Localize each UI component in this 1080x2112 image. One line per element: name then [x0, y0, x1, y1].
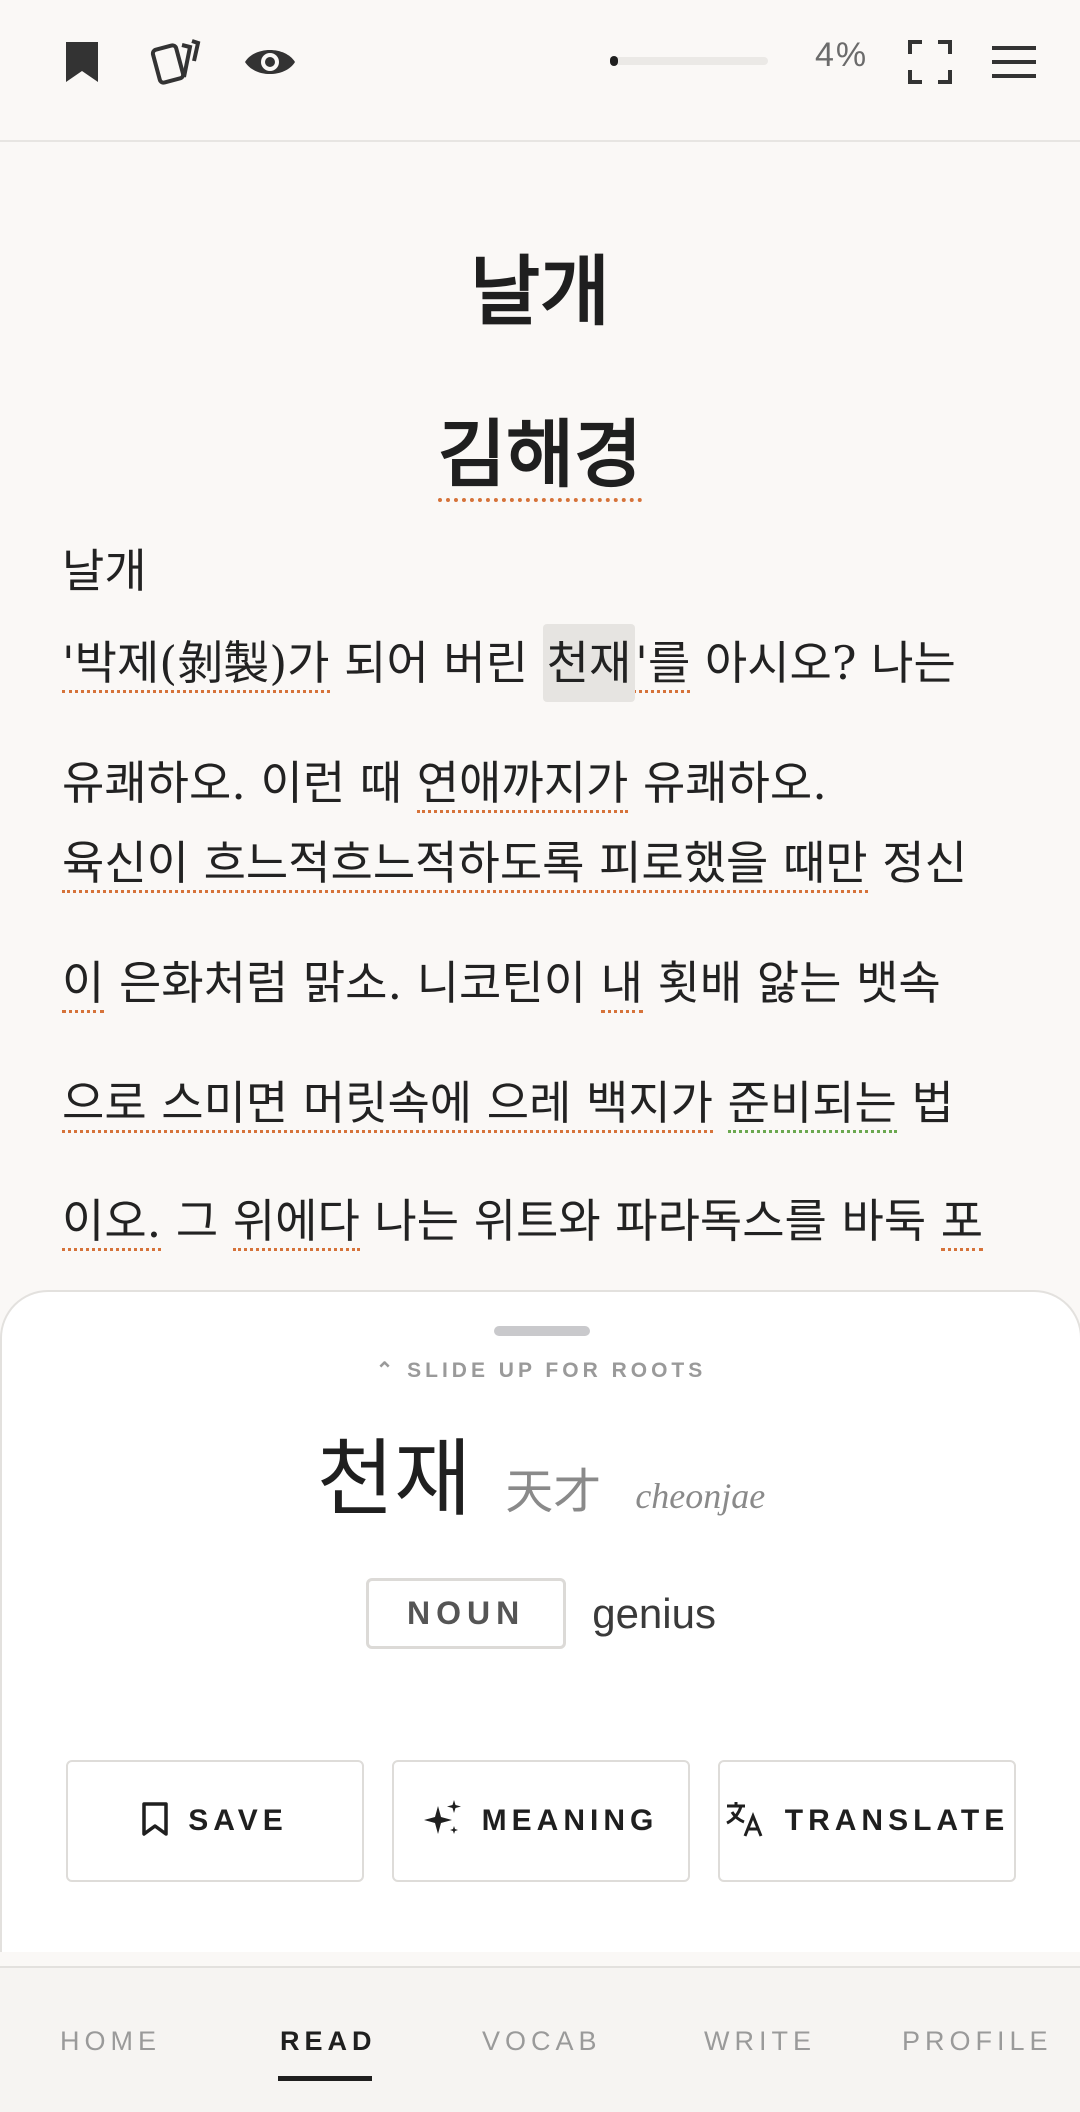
translate-label: TRANSLATE: [784, 1804, 1010, 1837]
word-header: 천재 天才 cheonjae: [2, 1412, 1080, 1532]
hanja: 天才: [505, 1464, 602, 1520]
nav-active-indicator: [278, 2076, 372, 2081]
text-line[interactable]: 이 은화처럼 맑소. 니코틴이 내 횟배 앓는 뱃속: [62, 947, 1022, 1013]
action-buttons: SAVE MEANING TRANSLATE: [66, 1760, 1016, 1882]
text-line[interactable]: 유쾌하오. 이런 때 연애까지가 유쾌하오.: [62, 747, 1022, 813]
top-toolbar: 4%: [0, 0, 1080, 142]
author-name[interactable]: 김해경: [0, 395, 1080, 502]
bottom-navigation: HOME READ VOCAB WRITE PROFILE: [0, 1966, 1080, 2112]
selected-word: 천재: [316, 1430, 472, 1528]
nav-profile[interactable]: PROFILE: [902, 2026, 1053, 2057]
save-label: SAVE: [188, 1804, 288, 1837]
drag-handle[interactable]: [494, 1326, 590, 1336]
word-detail-sheet[interactable]: ⌃ SLIDE UP FOR ROOTS 천재 天才 cheonjae NOUN…: [0, 1290, 1080, 1952]
text-line[interactable]: 으로 스미면 머릿속에 으레 백지가 준비되는 법: [62, 1067, 1022, 1133]
nav-read[interactable]: READ: [280, 2026, 377, 2057]
text-line[interactable]: 육신이 흐느적흐느적하도록 피로했을 때만 정신: [62, 827, 1022, 893]
work-title: 날개: [470, 247, 610, 336]
meaning-label: MEANING: [481, 1804, 659, 1837]
definition-row: NOUN genius: [2, 1578, 1080, 1649]
text-line[interactable]: '박제(剝製)가 되어 버린 천재'를 아시오? 나는: [62, 624, 1022, 702]
bookmark-icon[interactable]: [54, 34, 110, 90]
menu-icon[interactable]: [986, 34, 1042, 90]
progress-percent: 4%: [815, 36, 869, 74]
cards-icon[interactable]: [148, 34, 204, 90]
eye-icon[interactable]: [242, 34, 298, 90]
gloss: genius: [592, 1589, 716, 1637]
text-line[interactable]: 날개: [62, 535, 1022, 601]
translate-icon: [725, 1800, 765, 1842]
save-button[interactable]: SAVE: [66, 1760, 364, 1882]
reading-progress-bar: [610, 56, 768, 66]
bookmark-outline-icon: [142, 1802, 169, 1840]
text-line[interactable]: 이오. 그 위에다 나는 위트와 파라독스를 바둑 포: [62, 1185, 1022, 1251]
translate-button[interactable]: TRANSLATE: [718, 1760, 1016, 1882]
slide-up-hint: ⌃ SLIDE UP FOR ROOTS: [375, 1359, 707, 1382]
highlighted-word[interactable]: 천재: [542, 624, 636, 702]
sparkles-icon: [423, 1800, 462, 1842]
nav-home[interactable]: HOME: [60, 2026, 161, 2057]
part-of-speech-badge: NOUN: [366, 1578, 567, 1649]
nav-write[interactable]: WRITE: [704, 2026, 816, 2057]
fullscreen-icon[interactable]: [902, 34, 958, 90]
meaning-button[interactable]: MEANING: [392, 1760, 690, 1882]
romanization: cheonjae: [635, 1476, 766, 1516]
reading-pane: 날개 김해경 날개 '박제(剝製)가 되어 버린 천재'를 아시오? 나는 유쾌…: [0, 140, 1080, 1290]
reading-progress-fill: [610, 56, 618, 66]
nav-vocab[interactable]: VOCAB: [482, 2026, 602, 2057]
